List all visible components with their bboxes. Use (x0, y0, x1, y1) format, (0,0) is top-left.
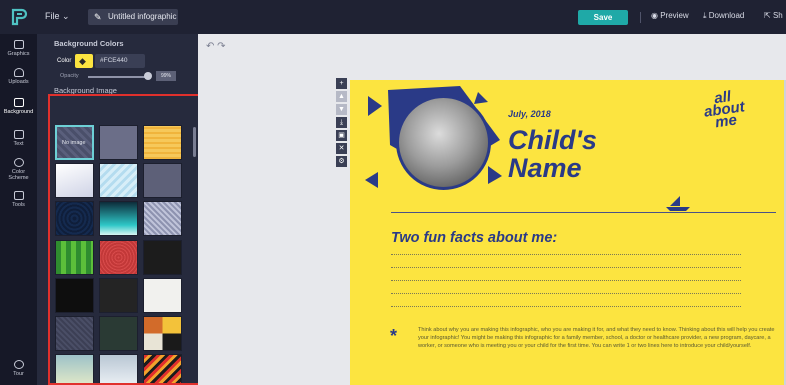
all-about-me-stamp[interactable]: all about me (702, 88, 747, 132)
copy-icon[interactable]: ▣ (336, 130, 347, 141)
graphics-icon (13, 40, 24, 49)
app-logo-icon[interactable] (10, 8, 28, 26)
move-down-icon[interactable]: ▼ (336, 104, 347, 115)
color-hex-input[interactable]: #FCE440 (95, 54, 145, 68)
undo-redo-icons[interactable]: ↶ ↷ (206, 41, 226, 52)
background-icon (13, 98, 24, 107)
file-menu[interactable]: File ⌄ (45, 11, 70, 22)
rail-item-background[interactable]: Background (0, 98, 37, 115)
top-bar: File ⌄ ✎ Untitled infographic Save ◉ Pre… (0, 0, 786, 34)
rail-item-tour[interactable]: Tour (0, 360, 37, 377)
fact-line[interactable] (391, 254, 741, 255)
palette-icon (13, 158, 24, 167)
share-label: Sh (772, 11, 783, 20)
left-rail: Graphics Uploads Background Text Color S… (0, 34, 37, 385)
download-icon: ⤓ (703, 11, 707, 20)
eye-icon: ◉ (651, 11, 658, 20)
rail-label: Tools (12, 202, 25, 208)
intro-paragraph[interactable]: Think about why you are making this info… (418, 327, 778, 351)
color-swatch[interactable]: ◆ (75, 54, 93, 68)
document-title: Untitled infographic (108, 12, 177, 21)
toolbar-divider (640, 12, 641, 23)
section-divider (391, 212, 776, 213)
fact-line[interactable] (391, 267, 741, 268)
delete-icon[interactable]: ✕ (336, 143, 347, 154)
child-name[interactable]: Child's Name (508, 126, 597, 182)
opacity-slider[interactable] (88, 76, 148, 78)
preview-button[interactable]: ◉ Preview (651, 11, 689, 20)
cloud-upload-icon (13, 68, 24, 77)
background-colors-heading: Background Colors (54, 39, 124, 48)
preview-label: Preview (660, 11, 689, 20)
rail-label: Text (13, 141, 24, 147)
facts-headline[interactable]: Two fun facts about me: (391, 230, 557, 246)
rail-item-text[interactable]: Text (0, 130, 37, 147)
page-down-icon[interactable]: ⤓ (336, 117, 347, 128)
pencil-icon: ✎ (94, 12, 102, 22)
download-button[interactable]: ⤓ Download (703, 11, 744, 21)
rail-item-color-scheme[interactable]: Color Scheme (0, 158, 37, 181)
name-line-1: Child's (508, 125, 597, 155)
app-root: File ⌄ ✎ Untitled infographic Save ◉ Pre… (0, 0, 786, 385)
fact-line[interactable] (391, 306, 741, 307)
canvas-side-tools: + ▲ ▼ ⤓ ▣ ✕ ⚙ (336, 78, 347, 180)
rail-label: Color Scheme (8, 169, 29, 181)
paint-bucket-icon: ◆ (79, 56, 86, 66)
rail-item-uploads[interactable]: Uploads (0, 68, 37, 85)
add-icon[interactable]: + (336, 78, 347, 89)
rail-item-tools[interactable]: Tools (0, 191, 37, 208)
toolbox-icon (13, 191, 24, 200)
tour-icon (13, 360, 24, 369)
fact-line[interactable] (391, 293, 741, 294)
fact-line[interactable] (391, 280, 741, 281)
settings-icon[interactable]: ⚙ (336, 156, 347, 167)
share-icon: ⇱ (764, 11, 771, 20)
infographic-canvas[interactable]: July, 2018 Child's Name all about me Two… (350, 80, 786, 385)
highlight-box (48, 94, 210, 385)
opacity-label: Opacity (60, 73, 79, 79)
asterisk-icon: * (390, 326, 398, 346)
stamp-line-3: me (714, 111, 738, 132)
rail-label: Uploads (8, 79, 29, 85)
rail-label: Background (3, 109, 34, 115)
date-label[interactable]: July, 2018 (508, 109, 551, 119)
share-button[interactable]: ⇱ Sh (764, 11, 783, 20)
name-line-2: Name (508, 153, 582, 183)
rail-item-graphics[interactable]: Graphics (0, 40, 37, 57)
move-up-icon[interactable]: ▲ (336, 91, 347, 102)
rail-label: Tour (13, 371, 24, 377)
text-icon (13, 130, 24, 139)
download-label: Download (708, 11, 745, 20)
color-label: Color (57, 58, 72, 64)
save-button[interactable]: Save (578, 10, 628, 25)
child-photo[interactable] (396, 95, 491, 190)
rail-label: Graphics (7, 51, 30, 57)
opacity-slider-handle[interactable] (144, 72, 152, 80)
opacity-value[interactable]: 99% (156, 71, 176, 81)
workspace: ↶ ↷ + ▲ ▼ ⤓ ▣ ✕ ⚙ July, 2018 Child's Nam… (198, 34, 786, 385)
document-title-field[interactable]: ✎ Untitled infographic (88, 9, 178, 25)
